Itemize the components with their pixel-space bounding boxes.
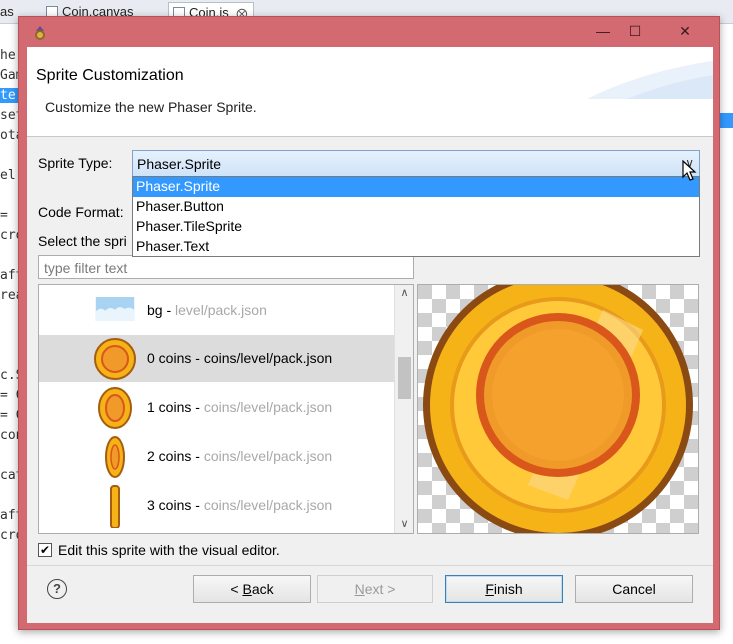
dialog-body: Sprite Customization Customize the new P… [27, 47, 713, 623]
sprite-list[interactable]: bg - level/pack.json 0 coins - coins/lev… [38, 284, 414, 534]
code-format-label: Code Format: [38, 204, 124, 220]
sprite-name: 3 coins [147, 497, 192, 513]
filter-input[interactable]: type filter text [38, 255, 414, 279]
sprite-type-dropdown: Phaser.Sprite Phaser.Button Phaser.TileS… [132, 176, 700, 257]
code-line-selected: te [0, 88, 20, 103]
code-line: Gam [0, 68, 20, 83]
list-item-bg[interactable]: bg - level/pack.json [39, 287, 394, 334]
finish-button[interactable]: Finish [445, 575, 563, 603]
sprite-type-combo[interactable]: Phaser.Sprite ∨ [132, 150, 700, 177]
select-sprite-label: Select the spri [38, 233, 127, 249]
filter-placeholder: type filter text [44, 260, 128, 276]
cancel-button[interactable]: Cancel [575, 575, 693, 603]
title-bar[interactable]: — ☐ ✕ [19, 17, 719, 47]
dropdown-option-tilesprite[interactable]: Phaser.TileSprite [133, 217, 699, 237]
scrollbar-thumb[interactable] [398, 357, 411, 399]
dropdown-option-button[interactable]: Phaser.Button [133, 197, 699, 217]
sprite-type-value: Phaser.Sprite [137, 156, 222, 172]
code-line: set [0, 108, 20, 123]
finish-button-label: Finish [485, 581, 523, 597]
coin-spin-1-thumbnail [98, 387, 132, 429]
code-line: he [0, 48, 16, 63]
code-selection-fragment [718, 113, 733, 128]
editor-tab[interactable]: as [0, 2, 20, 22]
header-banner-graphic [587, 60, 713, 99]
code-line: = C [0, 408, 20, 423]
code-line: con [0, 428, 20, 443]
cancel-button-label: Cancel [612, 581, 656, 597]
sprite-source: coins/level/pack.json [203, 399, 333, 415]
back-button[interactable]: < Back [193, 575, 311, 603]
sprite-name: 2 coins [147, 448, 192, 464]
sprite-preview [417, 284, 699, 534]
dialog-description: Customize the new Phaser Sprite. [45, 99, 257, 115]
scroll-down-icon[interactable]: ∨ [395, 516, 413, 533]
coin-edge-thumbnail [110, 485, 120, 528]
coin-spin-2-thumbnail [105, 436, 125, 478]
list-item-3-coins[interactable]: 3 coins - coins/level/pack.json [39, 482, 394, 529]
dialog-title: Sprite Customization [36, 67, 184, 84]
sprite-type-label: Sprite Type: [38, 155, 113, 171]
code-line: ota [0, 128, 20, 143]
help-icon[interactable]: ? [47, 579, 67, 599]
code-line: rea [0, 288, 20, 303]
minimize-button[interactable]: — [593, 23, 613, 39]
code-line: cat [0, 468, 20, 483]
app-icon [35, 26, 45, 40]
code-line: el [0, 168, 16, 183]
sprite-name: bg [147, 302, 163, 318]
code-line: c.S [0, 368, 20, 383]
dropdown-option-text[interactable]: Phaser.Text [133, 237, 699, 257]
edit-visual-checkbox[interactable]: ✔ [38, 543, 52, 557]
code-line: = [0, 208, 8, 223]
code-line: = C [0, 388, 20, 403]
coin-face-thumbnail [94, 338, 136, 380]
dropdown-option-sprite[interactable]: Phaser.Sprite [133, 177, 699, 197]
sprite-name: 1 coins [147, 399, 192, 415]
sprite-name: 0 coins [147, 350, 192, 366]
sprite-source: coins/level/pack.json [203, 350, 333, 366]
edit-visual-label: Edit this sprite with the visual editor. [58, 542, 280, 558]
code-line: aft [0, 268, 20, 283]
sprite-source: coins/level/pack.json [203, 448, 333, 464]
code-line: aft [0, 508, 20, 523]
close-button[interactable]: ✕ [667, 23, 703, 39]
tab-label: as [0, 4, 14, 19]
next-button[interactable]: Next > [317, 575, 433, 603]
sprite-customization-dialog: — ☐ ✕ Sprite Customization Customize the… [18, 16, 720, 630]
footer-separator [27, 565, 713, 566]
sprite-source: level/pack.json [175, 302, 267, 318]
back-button-label: < Back [230, 581, 274, 597]
list-item-2-coins[interactable]: 2 coins - coins/level/pack.json [39, 433, 394, 480]
list-item-0-coins[interactable]: 0 coins - coins/level/pack.json [39, 335, 394, 382]
sprite-source: coins/level/pack.json [203, 497, 333, 513]
mouse-pointer-icon [682, 160, 697, 181]
coin-preview-image [418, 285, 698, 533]
wizard-header: Sprite Customization Customize the new P… [27, 47, 713, 137]
list-scrollbar[interactable]: ∧ ∨ [394, 285, 413, 533]
code-line: cro [0, 228, 20, 243]
scroll-up-icon[interactable]: ∧ [395, 285, 413, 302]
next-button-label: Next > [354, 581, 396, 597]
list-item-1-coins[interactable]: 1 coins - coins/level/pack.json [39, 384, 394, 431]
sky-thumbnail [95, 297, 135, 321]
code-line: cro [0, 528, 20, 543]
maximize-button[interactable]: ☐ [625, 23, 645, 39]
